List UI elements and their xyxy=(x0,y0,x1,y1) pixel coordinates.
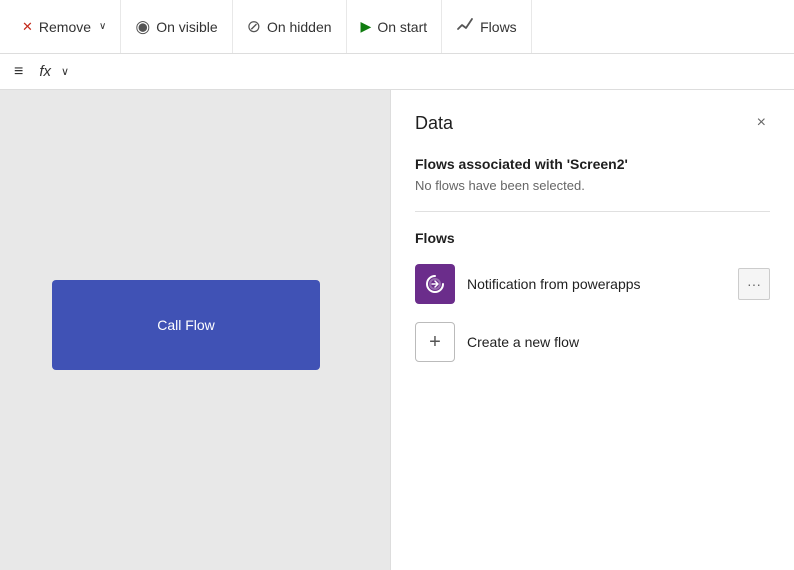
flows-associated-title: Flows associated with 'Screen2' xyxy=(415,156,770,172)
on-hidden-label: On hidden xyxy=(267,19,332,35)
flows-icon xyxy=(456,15,474,38)
side-panel-title: Data xyxy=(415,113,453,134)
flow-menu-button[interactable]: ··· xyxy=(738,268,770,300)
remove-icon: ✕ xyxy=(22,19,33,35)
plus-icon: + xyxy=(429,331,441,354)
on-hidden-button[interactable]: ⊘ On hidden xyxy=(233,0,347,53)
on-visible-button[interactable]: ◉ On visible xyxy=(121,0,232,53)
on-visible-icon: ◉ xyxy=(135,17,150,37)
close-button[interactable]: × xyxy=(753,110,770,136)
on-visible-label: On visible xyxy=(156,19,217,35)
side-panel: Data × Flows associated with 'Screen2' N… xyxy=(390,90,794,570)
on-start-label: On start xyxy=(377,19,427,35)
flows-associated-subtitle: No flows have been selected. xyxy=(415,178,770,193)
create-flow-label: Create a new flow xyxy=(467,334,579,350)
formula-bar: ≡ fx ∨ xyxy=(0,54,794,90)
flow-list-item: Notification from powerapps ··· xyxy=(415,260,770,308)
call-flow-label: Call Flow xyxy=(157,317,215,333)
divider xyxy=(415,211,770,212)
on-hidden-icon: ⊘ xyxy=(247,17,261,37)
fx-icon[interactable]: fx xyxy=(35,63,55,80)
remove-label: Remove xyxy=(39,19,91,35)
fx-chevron-icon[interactable]: ∨ xyxy=(61,65,69,78)
on-start-button[interactable]: ▶ On start xyxy=(347,0,443,53)
flows-label: Flows xyxy=(480,19,517,35)
main-area: Call Flow Data × Flows associated with '… xyxy=(0,90,794,570)
create-flow-item[interactable]: + Create a new flow xyxy=(415,322,770,362)
flows-button[interactable]: Flows xyxy=(442,0,532,53)
canvas-area: Call Flow xyxy=(0,90,390,570)
toolbar: ✕ Remove ∨ ◉ On visible ⊘ On hidden ▶ On… xyxy=(0,0,794,54)
remove-button[interactable]: ✕ Remove ∨ xyxy=(8,0,121,53)
hamburger-icon[interactable]: ≡ xyxy=(8,63,29,81)
formula-input[interactable] xyxy=(75,54,786,89)
side-panel-header: Data × xyxy=(415,110,770,136)
create-flow-icon: + xyxy=(415,322,455,362)
remove-caret: ∨ xyxy=(99,21,106,32)
on-start-icon: ▶ xyxy=(361,18,372,35)
flow-name: Notification from powerapps xyxy=(467,276,726,292)
flow-icon xyxy=(415,264,455,304)
call-flow-button[interactable]: Call Flow xyxy=(52,280,320,370)
flows-section-title: Flows xyxy=(415,230,770,246)
flow-menu-dots: ··· xyxy=(747,276,761,292)
